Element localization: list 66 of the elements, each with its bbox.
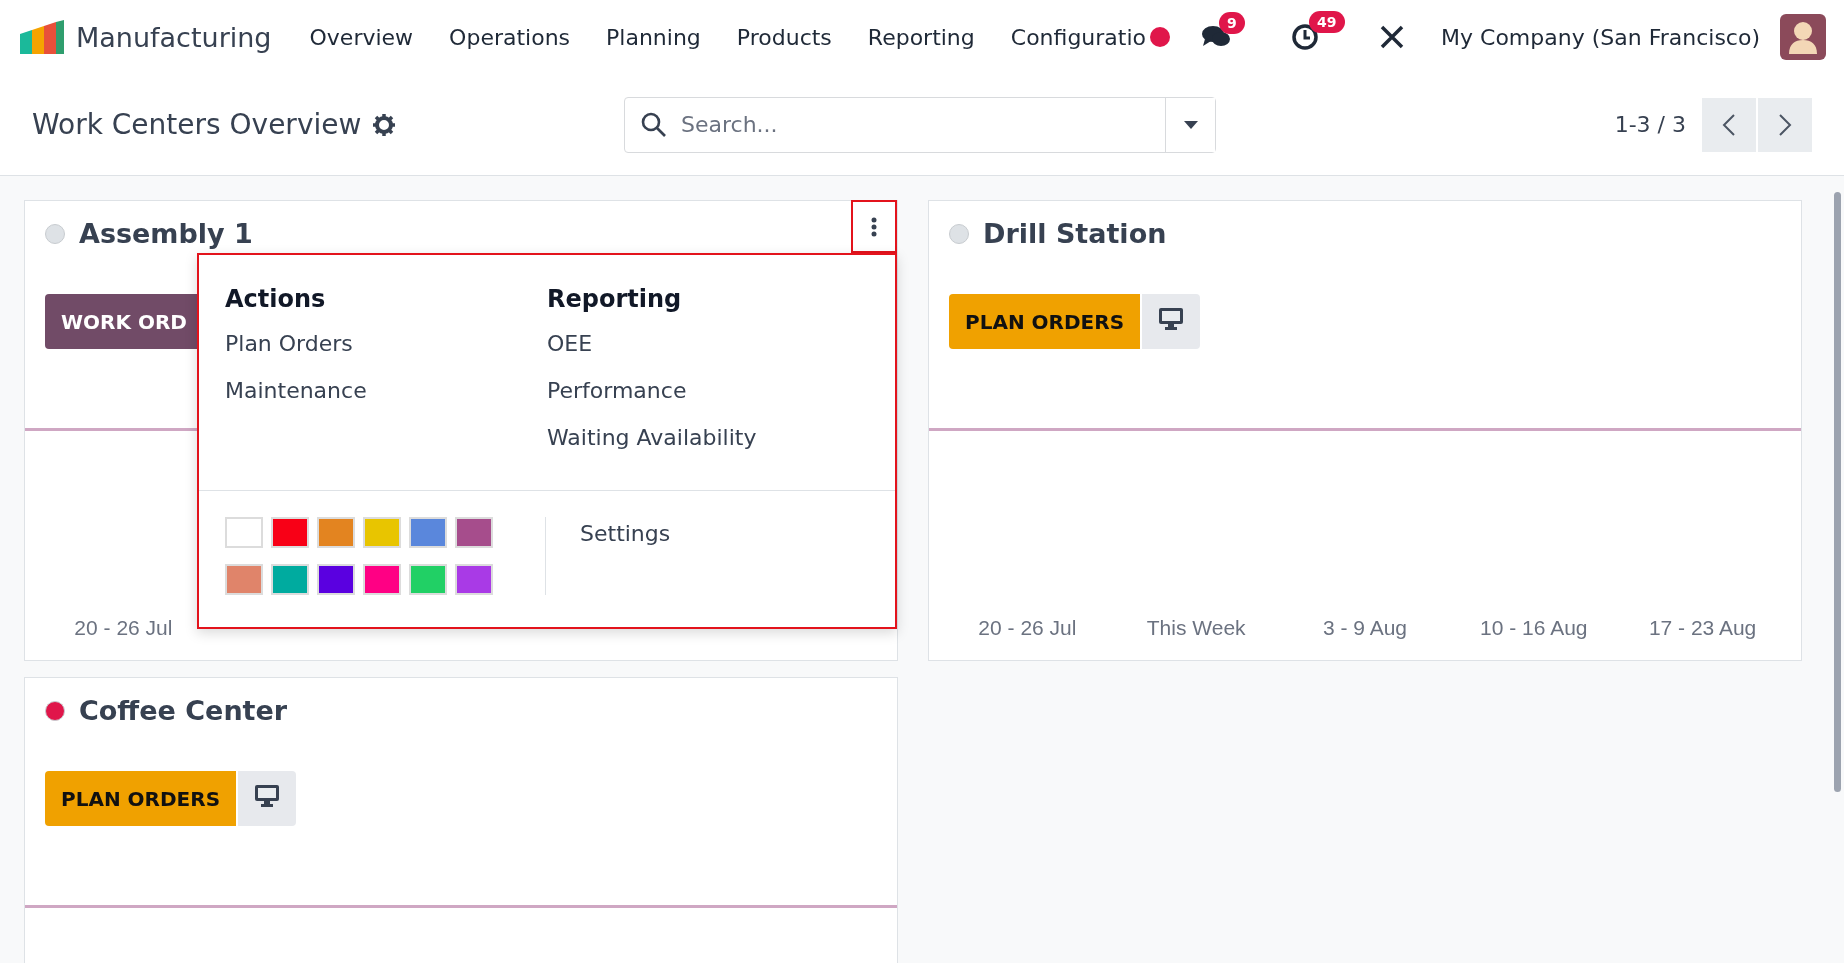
dots-icon xyxy=(871,216,877,237)
color-swatch[interactable] xyxy=(225,564,263,595)
color-swatch[interactable] xyxy=(409,564,447,595)
page-title: Work Centers Overview xyxy=(32,108,362,141)
color-swatch[interactable] xyxy=(363,517,401,548)
nav-menu-item[interactable]: Operations xyxy=(449,24,571,50)
menu-heading: Actions xyxy=(225,285,327,313)
nav-menu-item[interactable]: Products xyxy=(736,24,832,50)
pager-value[interactable]: 1-3 / 3 xyxy=(1614,112,1686,137)
color-swatch[interactable] xyxy=(271,517,309,548)
search-field[interactable]: Search... xyxy=(679,97,1165,152)
color-swatch[interactable] xyxy=(455,517,493,548)
axis-label: This Week xyxy=(1145,616,1247,640)
plan-orders-button[interactable]: PLAN ORDERS xyxy=(45,771,237,826)
status-dot[interactable] xyxy=(45,701,65,721)
nav-menu-item[interactable]: Reporting xyxy=(867,24,975,50)
axis-label: 3 - 9 Aug xyxy=(1321,616,1408,640)
chevron-right-icon xyxy=(1778,112,1792,137)
menu-item[interactable]: Settings xyxy=(580,521,671,595)
nav-menu-item[interactable]: Configuratio xyxy=(1010,24,1147,50)
search-options-toggle[interactable] xyxy=(1165,97,1215,152)
nav-menu-item[interactable]: Planning xyxy=(606,24,701,50)
scrollbar-thumb[interactable] xyxy=(1833,192,1841,792)
search-icon xyxy=(641,111,667,138)
app-name[interactable]: Manufacturing xyxy=(76,21,272,53)
activity-count-badge: 49 xyxy=(1309,11,1345,33)
notification-dot xyxy=(1150,27,1171,47)
color-swatch[interactable] xyxy=(317,517,355,548)
previous-button[interactable] xyxy=(1702,97,1756,152)
menu-item[interactable]: Waiting Availability xyxy=(547,425,869,472)
next-button[interactable] xyxy=(1758,97,1812,152)
app-logo-icon[interactable] xyxy=(18,20,66,54)
axis-label: 20 - 26 Jul xyxy=(73,616,174,640)
chevron-left-icon xyxy=(1722,112,1736,137)
color-swatch[interactable] xyxy=(455,564,493,595)
color-swatch[interactable] xyxy=(271,564,309,595)
kebab-menu-button[interactable] xyxy=(851,200,897,253)
status-dot[interactable] xyxy=(45,224,65,244)
caret-icon xyxy=(1183,120,1198,129)
color-swatch[interactable] xyxy=(363,564,401,595)
status-dot[interactable] xyxy=(949,224,969,244)
plan-orders-button[interactable]: PLAN ORDERS xyxy=(949,294,1141,349)
menu-item[interactable]: Plan Orders xyxy=(225,331,547,378)
search-bar[interactable]: Search... xyxy=(624,96,1216,153)
menu-item[interactable]: Performance xyxy=(547,378,869,425)
menu-heading: Reporting xyxy=(547,285,683,313)
monitor-icon xyxy=(254,784,281,808)
card-title: Coffee Center xyxy=(79,696,288,726)
card-title: Assembly 1 xyxy=(79,219,253,249)
color-swatch[interactable] xyxy=(409,517,447,548)
card-title: Drill Station xyxy=(983,219,1167,249)
settings-icon[interactable] xyxy=(373,113,396,136)
monitor-button[interactable] xyxy=(1142,294,1201,349)
axis-label: 17 - 23 Aug xyxy=(1647,616,1758,640)
nav-menu-item[interactable]: Overview xyxy=(309,24,414,50)
user-avatar[interactable] xyxy=(1780,14,1826,60)
menu-item[interactable]: OEE xyxy=(547,331,869,378)
message-count-badge: 9 xyxy=(1219,12,1245,34)
color-swatch[interactable] xyxy=(317,564,355,595)
monitor-icon xyxy=(1158,307,1185,331)
axis-label: 10 - 16 Aug xyxy=(1479,616,1589,640)
company-switcher[interactable]: My Company (San Francisco) xyxy=(1423,24,1780,50)
menu-item[interactable]: Maintenance xyxy=(225,378,547,425)
monitor-button[interactable] xyxy=(238,771,297,826)
color-swatch[interactable] xyxy=(225,517,263,548)
axis-label: 20 - 26 Jul xyxy=(977,616,1078,640)
